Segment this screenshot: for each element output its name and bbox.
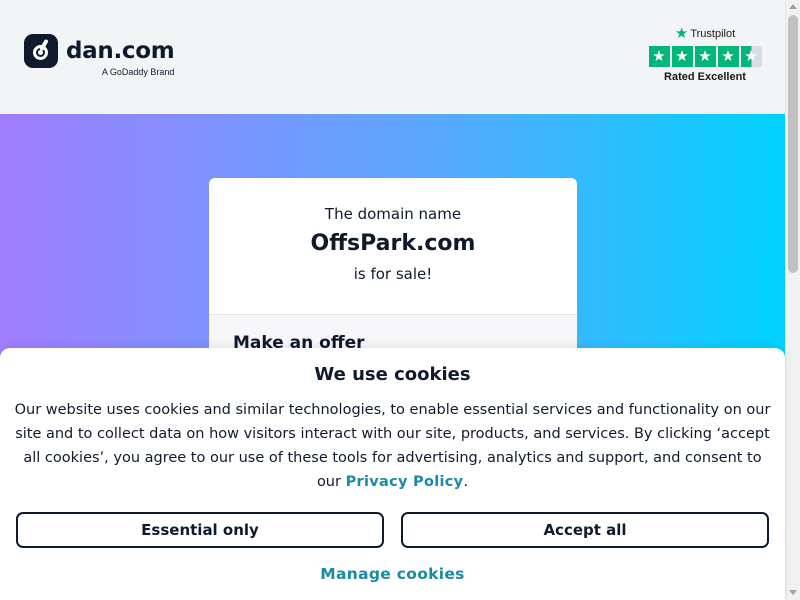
cookie-banner-text: Our website uses cookies and similar tec… [10, 398, 775, 494]
accept-all-button[interactable]: Accept all [401, 512, 769, 548]
dan-logo-icon [24, 34, 58, 68]
trustpilot-label: Trustpilot [690, 28, 736, 40]
essential-only-button[interactable]: Essential only [16, 512, 384, 548]
trustpilot-star-icon: ★ [674, 25, 689, 42]
scroll-down-arrow-icon[interactable] [789, 590, 797, 595]
logo-text: dan.com A GoDaddy Brand [66, 34, 175, 77]
half-star-icon: ★ [740, 46, 762, 67]
privacy-policy-link[interactable]: Privacy Policy [346, 474, 464, 490]
site-header: dan.com A GoDaddy Brand ★ Trustpilot ★ ★… [0, 0, 785, 114]
cookie-banner-title: We use cookies [314, 364, 471, 385]
domain-intro-text: The domain name [324, 205, 462, 223]
cookie-banner: We use cookies Our website uses cookies … [0, 348, 785, 600]
cookie-body-period: . [463, 474, 469, 490]
for-sale-text: is for sale! [353, 265, 433, 283]
trustpilot-logo: ★ Trustpilot [648, 25, 762, 42]
cookie-button-row: Essential only Accept all [16, 512, 769, 548]
star-icon: ★ [648, 46, 670, 67]
brand-name: dan.com [66, 38, 175, 64]
trustpilot-widget[interactable]: ★ Trustpilot ★ ★ ★ ★ ★ Rated Excellent [648, 25, 762, 83]
star-icon: ★ [717, 46, 739, 67]
domain-name: OffsPark.com [310, 231, 476, 256]
rating-stars: ★ ★ ★ ★ ★ [648, 46, 762, 67]
page-scrollbar[interactable] [785, 0, 800, 600]
trustpilot-rating-text: Rated Excellent [664, 71, 746, 83]
star-icon: ★ [671, 46, 693, 67]
manage-cookies-link[interactable]: Manage cookies [320, 565, 464, 583]
scroll-thumb[interactable] [788, 15, 798, 273]
star-icon: ★ [694, 46, 716, 67]
scroll-up-arrow-icon[interactable] [789, 4, 797, 9]
brand-tagline: A GoDaddy Brand [101, 67, 175, 77]
dan-logo[interactable]: dan.com A GoDaddy Brand [24, 34, 175, 77]
card-header: The domain name OffsPark.com is for sale… [209, 178, 577, 314]
